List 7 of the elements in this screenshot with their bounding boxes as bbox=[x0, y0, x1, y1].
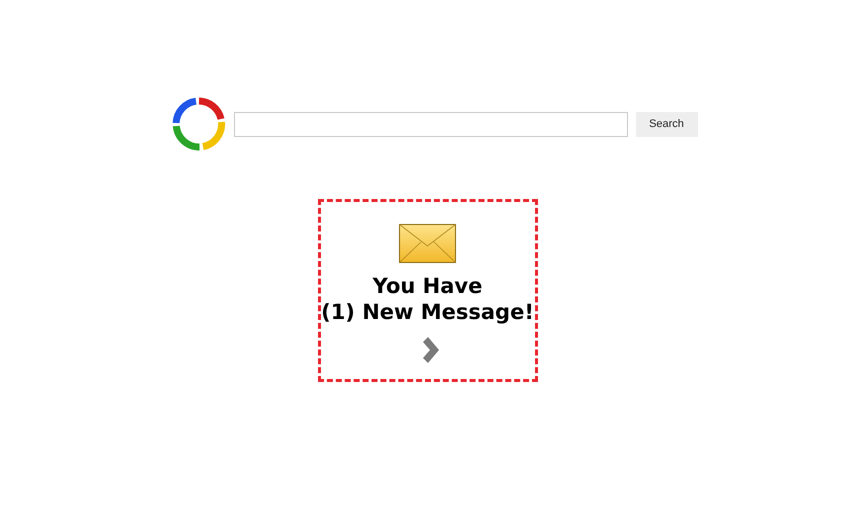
search-button[interactable]: Search bbox=[636, 112, 698, 136]
chevron-right-icon[interactable] bbox=[420, 337, 438, 363]
message-text: (1) New Message! bbox=[321, 299, 534, 325]
message-text: You Have bbox=[372, 273, 482, 299]
search-field[interactable] bbox=[234, 112, 628, 136]
envelope-icon bbox=[399, 224, 456, 263]
ring-logo-icon bbox=[172, 97, 226, 151]
